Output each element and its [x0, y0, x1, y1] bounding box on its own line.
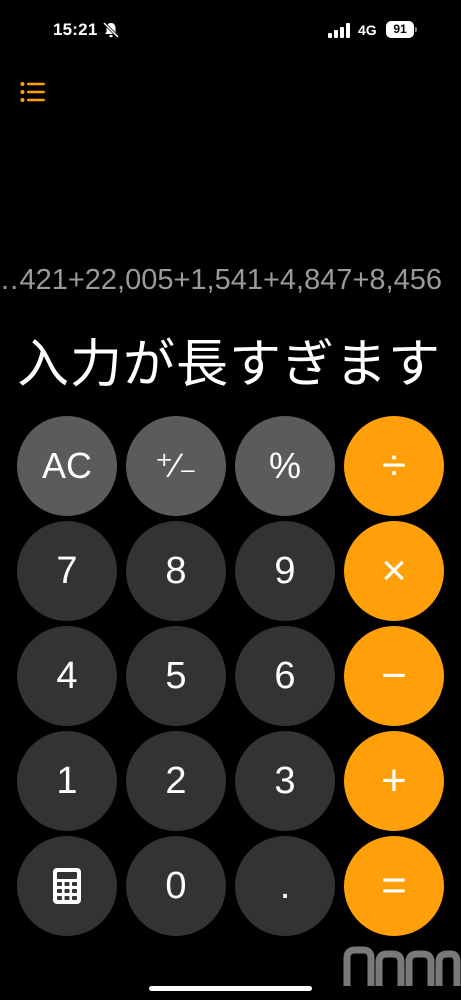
digit-9-label: 9 — [274, 549, 296, 592]
plus-button[interactable]: + — [344, 731, 444, 831]
digit-3-label: 3 — [274, 759, 296, 802]
digit-4-button[interactable]: 4 — [17, 626, 117, 726]
divide-button[interactable]: ÷ — [344, 416, 444, 516]
digit-2-label: 2 — [165, 759, 187, 802]
digit-1-label: 1 — [56, 759, 78, 802]
digit-7-button[interactable]: 7 — [17, 521, 117, 621]
calculator-mode-button[interactable] — [17, 836, 117, 936]
decimal-label: . — [279, 864, 291, 907]
minus-label: − — [381, 651, 407, 700]
multiply-label: × — [381, 546, 407, 595]
digit-8-button[interactable]: 8 — [126, 521, 226, 621]
plus-minus-button[interactable]: ⁺∕₋ — [126, 416, 226, 516]
plus-label: + — [381, 756, 407, 805]
bell-slash-icon — [102, 21, 120, 39]
expression-display: …421+22,005+1,541+4,847+8,456 — [2, 264, 442, 297]
digit-5-label: 5 — [165, 654, 187, 697]
digit-7-label: 7 — [56, 549, 78, 592]
ac-label: AC — [41, 445, 92, 486]
digit-1-button[interactable]: 1 — [17, 731, 117, 831]
percent-label: % — [268, 445, 301, 486]
network-type: 4G — [358, 22, 377, 38]
battery-level: 91 — [386, 21, 414, 38]
percent-button[interactable]: % — [235, 416, 335, 516]
home-indicator[interactable] — [149, 986, 312, 991]
minus-button[interactable]: − — [344, 626, 444, 726]
battery-icon: 91 — [386, 21, 417, 38]
equals-label: = — [381, 861, 407, 910]
digit-5-button[interactable]: 5 — [126, 626, 226, 726]
digit-6-label: 6 — [274, 654, 296, 697]
ac-button[interactable]: AC — [17, 416, 117, 516]
battery-tip — [415, 27, 417, 32]
status-time: 15:21 — [53, 20, 98, 39]
digit-2-button[interactable]: 2 — [126, 731, 226, 831]
digit-4-label: 4 — [56, 654, 78, 697]
watermark-logo — [341, 940, 461, 992]
equals-button[interactable]: = — [344, 836, 444, 936]
status-bar: 15:21 4G 91 — [0, 0, 461, 60]
plus-minus-label: ⁺∕₋ — [155, 447, 197, 485]
digit-0-label: 0 — [165, 864, 187, 907]
digit-0-button[interactable]: 0 — [126, 836, 226, 936]
divide-label: ÷ — [381, 441, 407, 490]
multiply-button[interactable]: × — [344, 521, 444, 621]
digit-9-button[interactable]: 9 — [235, 521, 335, 621]
decimal-button[interactable]: . — [235, 836, 335, 936]
digit-6-button[interactable]: 6 — [235, 626, 335, 726]
calculator-icon — [52, 867, 82, 905]
digit-3-button[interactable]: 3 — [235, 731, 335, 831]
signal-icon — [328, 23, 352, 38]
expression-text: …421+22,005+1,541+4,847+8,456 — [2, 264, 442, 296]
list-icon[interactable] — [20, 81, 46, 103]
digit-8-label: 8 — [165, 549, 187, 592]
result-display: 入力が長すぎます — [16, 335, 441, 395]
